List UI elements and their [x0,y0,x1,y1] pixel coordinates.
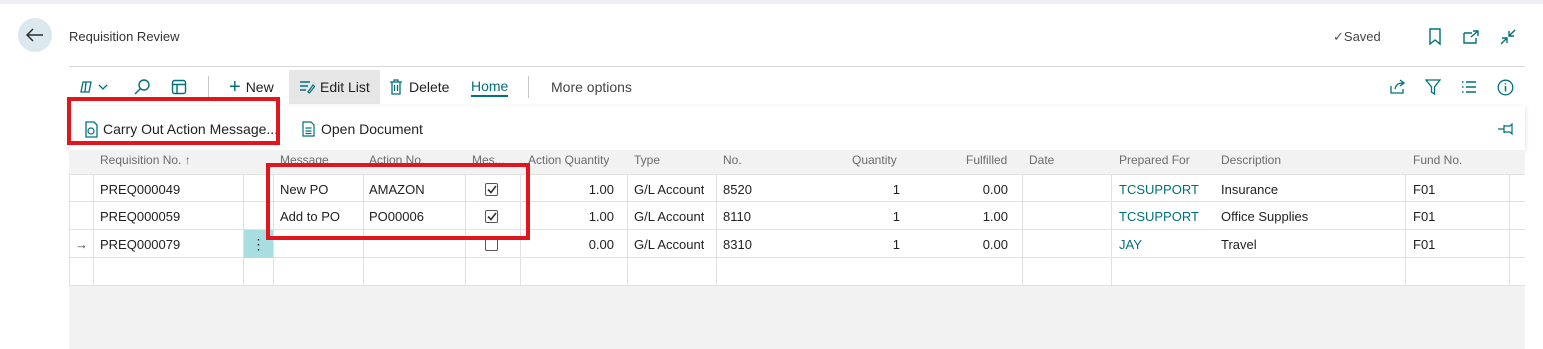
filter-button[interactable] [1425,70,1447,104]
back-arrow-icon [26,28,43,42]
edit-list-button[interactable]: Edit List [289,70,380,104]
cell-action-quantity: 1.00 [588,208,614,224]
col-prepared-for[interactable]: Prepared For [1119,153,1190,167]
saved-label: Saved [1343,29,1381,44]
cell-type: G/L Account [634,181,705,197]
col-fulfilled[interactable]: Fulfilled [966,153,1007,167]
cell-fund-no: F01 [1413,181,1436,197]
col-fund-no[interactable]: Fund No. [1413,153,1462,167]
cell-prepared-for[interactable]: TCSUPPORT [1119,202,1199,230]
cell-description: Office Supplies [1221,208,1309,224]
cell-fulfilled: 0.00 [982,236,1008,252]
cell-fund-no: F01 [1413,208,1436,224]
cell-quantity: 1 [892,236,900,252]
new-label: New [245,79,274,95]
cell-type: G/L Account [634,236,705,252]
checkmark-icon: ✓ [1333,29,1344,44]
more-options-label: More options [551,79,632,95]
toolbar-separator [528,76,529,98]
info-icon [1497,79,1514,95]
list-icon [1462,81,1476,93]
col-no[interactable]: No. [723,153,742,167]
cell-no: 8110 [723,208,751,224]
cell-prepared-for[interactable]: JAY [1119,230,1142,258]
col-description[interactable]: Description [1221,153,1281,167]
cell-no: 8310 [723,236,752,252]
back-button[interactable] [18,18,52,52]
cell-action-quantity: 1.00 [588,181,614,197]
col-type[interactable]: Type [634,153,660,167]
col-requisition-no[interactable]: Requisition No. ↑ [100,153,191,167]
delete-label: Delete [409,79,450,95]
col-quantity[interactable]: Quantity [852,153,897,167]
highlight-box-action-columns [266,163,530,240]
grid-line [69,174,70,286]
cell-description: Travel [1221,236,1257,252]
open-new-window-icon[interactable] [1461,27,1481,47]
col-date[interactable]: Date [1029,153,1054,167]
delete-button[interactable]: Delete [389,70,449,104]
cell-quantity: 1 [892,208,900,224]
cell-action-quantity: 0.00 [588,236,614,252]
table-row-empty[interactable] [69,258,1525,286]
home-label: Home [471,78,509,97]
highlight-box-carry-out [67,97,280,145]
col-action-quantity[interactable]: Action Quantity [528,153,609,167]
bookmark-icon[interactable] [1425,27,1445,47]
open-document-label: Open Document [321,121,423,137]
collapse-icon[interactable] [1498,27,1518,47]
edit-list-label: Edit List [320,79,370,95]
tab-home[interactable]: Home [471,70,509,104]
share-icon [1390,79,1406,94]
document-icon [302,121,315,137]
cell-description: Insurance [1221,181,1279,197]
grid-line [1509,174,1510,286]
saved-status: ✓Saved [1333,29,1381,45]
search-icon [134,79,150,95]
cell-no: 8520 [723,181,752,197]
open-document-button[interactable]: Open Document [302,120,423,138]
more-options-button[interactable]: More options [551,70,632,104]
grid-line [1111,174,1112,286]
info-button[interactable] [1497,70,1519,104]
layout-icon [171,79,187,95]
grid-line [1022,174,1023,286]
cell-fund-no: F01 [1413,236,1436,252]
view-switch-icon [80,81,108,93]
cell-type: G/L Account [634,208,705,224]
grid-line [93,174,94,286]
header-divider [69,66,1525,67]
toolbar-separator [208,76,209,98]
cell-prepared-for[interactable]: TCSUPPORT [1119,175,1199,203]
cell-fulfilled: 1.00 [982,208,1008,224]
cell-requisition-no: PREQ000049 [100,181,181,197]
grid-line [1405,174,1406,286]
cell-requisition-no: PREQ000059 [100,208,181,224]
pin-icon[interactable] [1497,120,1515,138]
edit-list-icon [300,81,315,94]
top-strip [0,0,1543,4]
cell-quantity: 1 [892,181,900,197]
action-bar: Carry Out Action Message... Open Documen… [69,106,1525,150]
toolbar: + New Edit List Delete Home More options [69,70,1525,104]
list-view-button[interactable] [1461,70,1483,104]
trash-icon [390,79,402,95]
grid-line [716,174,717,286]
plus-icon: + [229,76,241,98]
filter-icon [1425,79,1441,95]
row-pointer-arrow-icon: → [75,236,88,252]
cell-requisition-no: PREQ000079 [100,236,181,252]
cell-fulfilled: 0.00 [982,181,1008,197]
grid-line [627,174,628,286]
grid-line [243,174,244,286]
page-title: Requisition Review [69,29,180,44]
share-button[interactable] [1389,70,1411,104]
